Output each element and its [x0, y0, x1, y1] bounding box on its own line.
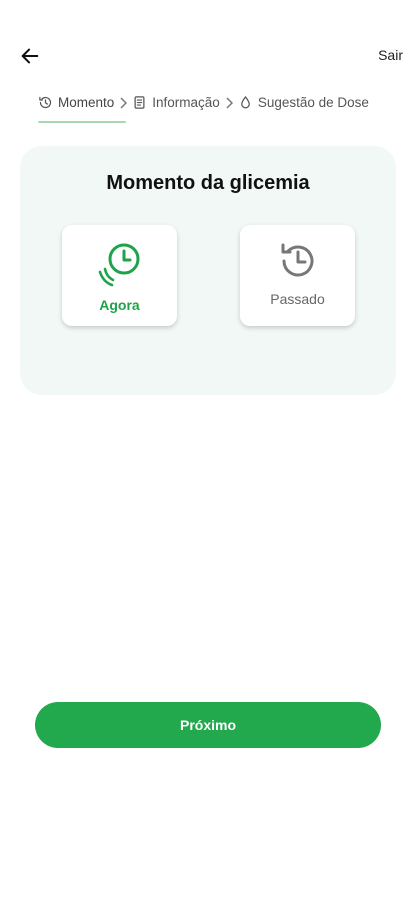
history-icon	[281, 243, 313, 277]
progress-stepper: Momento Informação Sugestão de Dose	[38, 95, 369, 123]
step-label: Informação	[152, 95, 220, 110]
step-dose-suggestion[interactable]: Sugestão de Dose	[238, 95, 369, 110]
option-now[interactable]: Agora	[62, 225, 177, 326]
history-clock-icon	[38, 95, 53, 110]
clock-now-icon	[98, 243, 139, 287]
arrow-left-icon	[21, 48, 39, 64]
step-moment[interactable]: Momento	[38, 95, 127, 123]
option-label: Agora	[99, 297, 140, 313]
exit-button[interactable]: Sair	[378, 47, 403, 63]
step-label: Sugestão de Dose	[257, 95, 369, 110]
option-past[interactable]: Passado	[240, 225, 355, 326]
document-icon	[132, 95, 147, 110]
chevron-right-icon	[119, 96, 128, 109]
step-label: Momento	[58, 95, 115, 110]
next-button[interactable]: Próximo	[35, 702, 381, 748]
glucose-moment-card: Momento da glicemia Agora Passado	[20, 146, 396, 395]
card-title: Momento da glicemia	[106, 172, 310, 194]
chevron-right-icon	[225, 96, 233, 109]
drop-icon	[238, 95, 253, 110]
app-screen: Sair Momento Informação Sugestão de Dose…	[0, 0, 415, 900]
option-label: Passado	[270, 291, 325, 307]
back-button[interactable]	[16, 42, 44, 70]
step-information[interactable]: Informação	[132, 95, 220, 110]
